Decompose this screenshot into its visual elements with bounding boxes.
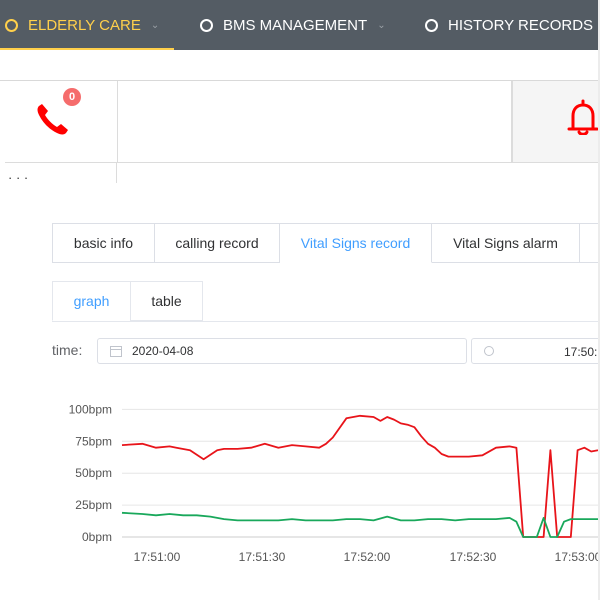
divider	[116, 163, 117, 183]
series-line-secondary	[121, 511, 598, 538]
x-tick-label: 17:52:00	[344, 550, 391, 564]
divider	[5, 162, 598, 163]
nav-label: BMS MANAGEMENT	[223, 16, 368, 34]
vital-signs-chart: 0bpm25bpm50bpm75bpm100bpm 17:51:00 17:51:…	[69, 402, 598, 564]
x-axis-labels: 17:51:00 17:51:30 17:52:00 17:52:30 17:53:00	[134, 550, 598, 564]
tab-vital-signs-alarm[interactable]: Vital Signs alarm	[432, 223, 580, 263]
alert-row: 0	[5, 81, 598, 163]
app-window: ELDERLY CARE ⌄ BMS MANAGEMENT ⌄ HISTORY …	[0, 0, 598, 600]
circle-icon	[425, 18, 438, 32]
nav-item-elderly-care[interactable]: ELDERLY CARE ⌄	[5, 0, 159, 50]
y-tick-label: 25bpm	[75, 498, 112, 512]
phone-badge: 0	[63, 88, 81, 106]
bell-alert-cell[interactable]	[512, 81, 598, 163]
nav-item-history-records[interactable]: HISTORY RECORDS	[425, 0, 593, 50]
date-picker[interactable]: 2020-04-08	[97, 338, 467, 364]
chart-grid	[122, 408, 598, 538]
detail-tabs: basic info calling record Vital Signs re…	[52, 223, 598, 263]
bell-icon	[567, 99, 598, 135]
calendar-icon	[110, 345, 122, 357]
clock-icon	[484, 346, 494, 356]
detail-panel: basic info calling record Vital Signs re…	[5, 183, 598, 600]
date-value: 2020-04-08	[132, 344, 194, 358]
x-tick-label: 17:53:00	[555, 550, 598, 564]
circle-icon	[5, 18, 18, 32]
time-label: time:	[52, 342, 83, 358]
time-picker[interactable]: 17:50:	[471, 338, 598, 364]
header-spacer	[0, 50, 598, 80]
chevron-down-icon: ⌄	[150, 19, 160, 31]
chevron-down-icon: ⌄	[377, 19, 386, 31]
y-axis-labels: 0bpm 25bpm 50bpm 75bpm 100bpm	[69, 402, 112, 544]
time-value: 17:50:	[564, 345, 598, 359]
tab-vital-signs-record[interactable]: Vital Signs record	[280, 223, 432, 263]
tab-calling-record[interactable]: calling record	[155, 223, 280, 263]
top-nav: ELDERLY CARE ⌄ BMS MANAGEMENT ⌄ HISTORY …	[0, 0, 598, 51]
nav-label: ELDERLY CARE	[28, 16, 141, 34]
nav-item-bms-management[interactable]: BMS MANAGEMENT ⌄	[200, 0, 386, 50]
y-tick-label: 75bpm	[75, 434, 112, 448]
x-tick-label: 17:52:30	[450, 550, 497, 564]
alert-message-cell	[118, 81, 512, 163]
x-tick-label: 17:51:00	[134, 550, 181, 564]
x-tick-label: 17:51:30	[239, 550, 286, 564]
view-tabs: graph table	[52, 281, 598, 322]
y-tick-label: 0bpm	[82, 530, 112, 544]
truncated-text: · · ·	[8, 170, 29, 182]
y-tick-label: 50bpm	[75, 466, 112, 480]
chart-series	[121, 414, 598, 538]
nav-label: HISTORY RECORDS	[448, 16, 594, 34]
phone-alert-cell[interactable]: 0	[5, 81, 118, 163]
circle-icon	[200, 18, 213, 32]
tab-graph[interactable]: graph	[52, 281, 131, 321]
y-tick-label: 100bpm	[69, 402, 112, 416]
tab-basic-info[interactable]: basic info	[53, 223, 155, 263]
tab-table[interactable]: table	[130, 281, 203, 321]
